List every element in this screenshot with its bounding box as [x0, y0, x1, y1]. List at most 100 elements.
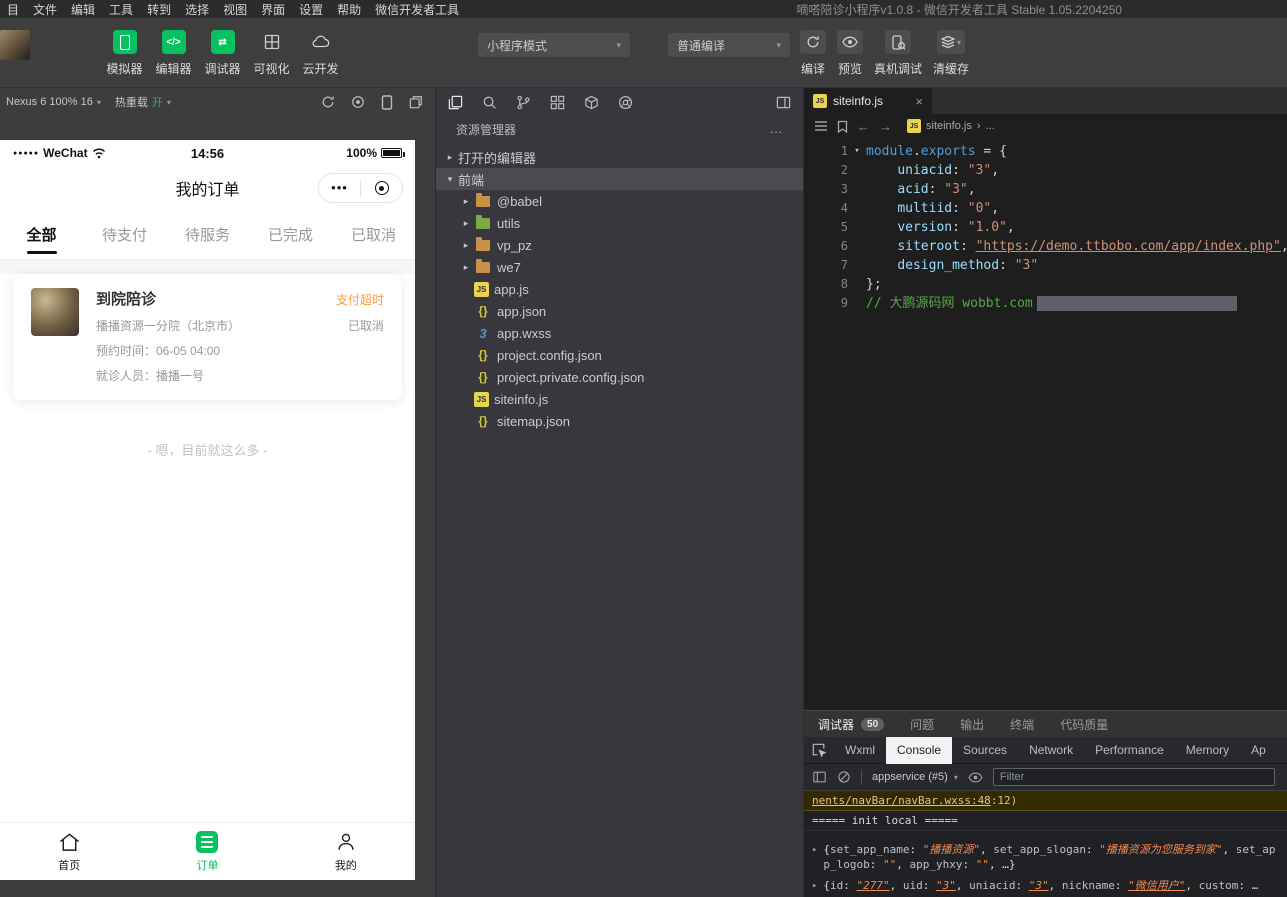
order-card[interactable]: 到院陪诊 支付超时 播播资源一分院（北京市） 已取消 预约时间：06-05 04…: [13, 274, 402, 400]
compile-button[interactable]: 编译: [800, 30, 826, 77]
tree-item-sitemap.json[interactable]: {}sitemap.json: [436, 410, 803, 432]
devtools-tab-Network[interactable]: Network: [1018, 737, 1084, 764]
devtools-tab-Performance[interactable]: Performance: [1084, 737, 1175, 764]
order-tab-待服务[interactable]: 待服务: [166, 210, 249, 259]
devtools-tab-Console[interactable]: Console: [886, 737, 952, 764]
tree-collapsed-icon[interactable]: ▸: [458, 262, 474, 273]
user-avatar[interactable]: [0, 30, 30, 60]
order-tab-待支付[interactable]: 待支付: [83, 210, 166, 259]
debugger-toggle-button[interactable]: ⇄ 调试器: [198, 30, 247, 77]
code-line-8[interactable]: 8};: [804, 275, 1287, 294]
fold-icon[interactable]: ▾: [848, 142, 866, 161]
expand-arrow-icon[interactable]: ▸: [812, 842, 817, 872]
devtools-tab-Sources[interactable]: Sources: [952, 737, 1018, 764]
remote-debug-button[interactable]: 真机调试: [874, 30, 922, 77]
context-select[interactable]: appservice (#5) ▾: [872, 771, 958, 783]
clear-console-icon[interactable]: [837, 770, 851, 784]
debugger-tab-终端[interactable]: 终端: [1010, 716, 1034, 733]
code-line-6[interactable]: 6 siteroot: "https://demo.ttbobo.com/app…: [804, 237, 1287, 256]
menu-item-视图[interactable]: 视图: [216, 1, 254, 18]
inspect-element-icon[interactable]: [804, 743, 834, 757]
more-actions-icon[interactable]: ...: [770, 122, 783, 136]
tree-item-we7[interactable]: ▸we7: [436, 256, 803, 278]
code-line-5[interactable]: 5 version: "1.0",: [804, 218, 1287, 237]
tree-item-project.config.json[interactable]: {}project.config.json: [436, 344, 803, 366]
console-sidebar-icon[interactable]: [812, 770, 827, 784]
tab-orders[interactable]: 订单: [138, 823, 276, 880]
editor-tab-siteinfo[interactable]: JS siteinfo.js ×: [804, 88, 932, 114]
debugger-tab-输出[interactable]: 输出: [960, 716, 984, 733]
tree-collapsed-icon[interactable]: ▸: [458, 218, 474, 229]
preview-button[interactable]: 预览: [837, 30, 863, 77]
code-line-2[interactable]: 2 uniacid: "3",: [804, 161, 1287, 180]
code-line-7[interactable]: 7 design_method: "3": [804, 256, 1287, 275]
tree-item-app.wxss[interactable]: 3app.wxss: [436, 322, 803, 344]
record-icon[interactable]: [351, 95, 365, 109]
breadcrumb[interactable]: JS siteinfo.js › ...: [907, 119, 995, 133]
menu-item-工具[interactable]: 工具: [102, 1, 140, 18]
close-mini-program-button[interactable]: [361, 181, 402, 195]
chrome-icon[interactable]: [618, 95, 633, 110]
console-object-row[interactable]: ▸ {set_app_name: "播播资源", set_app_slogan:…: [804, 840, 1287, 874]
git-branch-icon[interactable]: [516, 95, 531, 110]
tree-item-utils[interactable]: ▸utils: [436, 212, 803, 234]
mode-select[interactable]: 小程序模式 ▾: [478, 33, 630, 57]
editor-toggle-button[interactable]: </> 编辑器: [149, 30, 198, 77]
tree-item-@babel[interactable]: ▸@babel: [436, 190, 803, 212]
menu-item-帮助[interactable]: 帮助: [330, 1, 368, 18]
devtools-tab-Wxml[interactable]: Wxml: [834, 737, 886, 764]
code-line-1[interactable]: 1▾module.exports = {: [804, 142, 1287, 161]
menu-item-界面[interactable]: 界面: [254, 1, 292, 18]
tree-item-打开的编辑器[interactable]: ▸打开的编辑器: [436, 146, 803, 168]
console-warning-source-link[interactable]: nents/navBar/navBar.wxss:48: [812, 794, 991, 807]
close-icon[interactable]: ×: [915, 94, 923, 109]
menu-item-编辑[interactable]: 编辑: [64, 1, 102, 18]
cloud-dev-button[interactable]: 云开发: [296, 30, 345, 77]
extensions-icon[interactable]: [550, 95, 565, 110]
compile-mode-select[interactable]: 普通编译 ▾: [668, 33, 790, 57]
detach-window-icon[interactable]: [409, 95, 423, 109]
order-tab-全部[interactable]: 全部: [0, 210, 83, 259]
simulator-toggle-button[interactable]: 模拟器: [100, 30, 149, 77]
files-icon[interactable]: [448, 95, 463, 110]
tree-item-前端[interactable]: ▾前端: [436, 168, 803, 190]
debugger-tab-代码质量[interactable]: 代码质量: [1060, 716, 1108, 733]
code-line-3[interactable]: 3 acid: "3",: [804, 180, 1287, 199]
devtools-tab-Ap[interactable]: Ap: [1240, 737, 1277, 764]
menu-item-目[interactable]: 目: [0, 1, 26, 18]
visualize-button[interactable]: 可视化: [247, 30, 296, 77]
tree-item-vp_pz[interactable]: ▸vp_pz: [436, 234, 803, 256]
more-menu-button[interactable]: •••: [319, 183, 360, 193]
tree-item-siteinfo.js[interactable]: JSsiteinfo.js: [436, 388, 803, 410]
forward-icon[interactable]: →: [879, 119, 892, 134]
back-icon[interactable]: ←: [857, 119, 870, 134]
tree-item-project.private.config.json[interactable]: {}project.private.config.json: [436, 366, 803, 388]
tab-profile[interactable]: 我的: [277, 823, 415, 880]
package-icon[interactable]: [584, 95, 599, 110]
order-tab-已取消[interactable]: 已取消: [332, 210, 415, 259]
split-editor-icon[interactable]: [776, 95, 791, 110]
console-warning-row[interactable]: nents/navBar/navBar.wxss:48:12): [804, 791, 1287, 811]
device-select[interactable]: Nexus 6 100% 16 ▾: [6, 96, 101, 108]
tree-collapsed-icon[interactable]: ▸: [442, 152, 458, 163]
menu-item-转到[interactable]: 转到: [140, 1, 178, 18]
device-frame-icon[interactable]: [381, 95, 393, 110]
tab-home[interactable]: 首页: [0, 823, 138, 880]
code-line-4[interactable]: 4 multiid: "0",: [804, 199, 1287, 218]
outline-list-icon[interactable]: [814, 120, 828, 132]
eye-icon[interactable]: [968, 772, 983, 783]
tree-item-app.json[interactable]: {}app.json: [436, 300, 803, 322]
debugger-tab-调试器[interactable]: 调试器50: [818, 716, 884, 733]
menu-item-选择[interactable]: 选择: [178, 1, 216, 18]
menu-item-设置[interactable]: 设置: [292, 1, 330, 18]
tree-collapsed-icon[interactable]: ▸: [458, 240, 474, 251]
bookmark-icon[interactable]: [837, 120, 848, 133]
tree-expanded-icon[interactable]: ▾: [442, 174, 458, 185]
tree-item-app.js[interactable]: JSapp.js: [436, 278, 803, 300]
expand-arrow-icon[interactable]: ▸: [812, 878, 817, 894]
clear-cache-button[interactable]: ▾ 清缓存: [933, 30, 969, 77]
devtools-tab-Memory[interactable]: Memory: [1175, 737, 1240, 764]
search-icon[interactable]: [482, 95, 497, 110]
menu-item-微信开发者工具[interactable]: 微信开发者工具: [368, 1, 466, 18]
hot-reload-toggle[interactable]: 热重载 开 ▾: [115, 94, 171, 110]
